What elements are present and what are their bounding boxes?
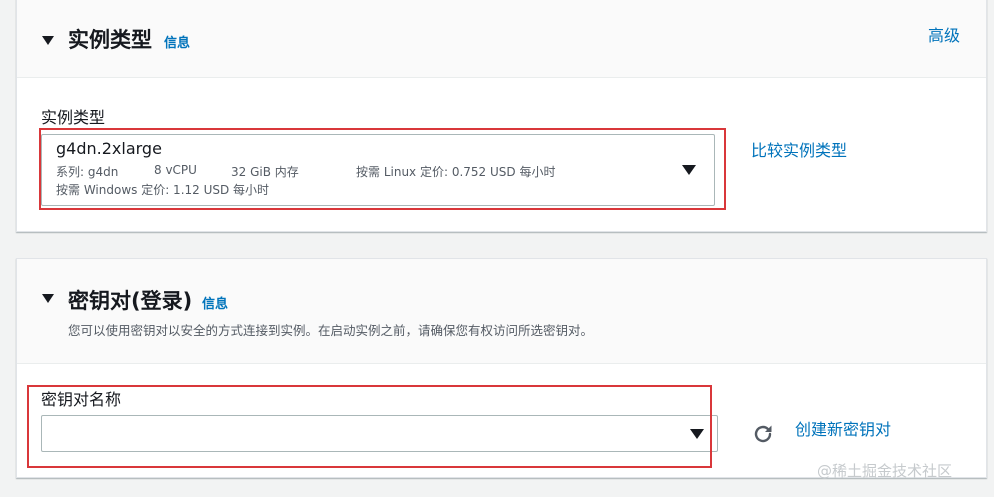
instance-linux-price: 按需 Linux 定价: 0.752 USD 每小时 — [356, 165, 556, 179]
keypair-info-link[interactable]: 信息 — [202, 293, 228, 312]
keypair-description: 您可以使用密钥对以安全的方式连接到实例。在启动实例之前，请确保您有权访问所选密钥… — [68, 323, 594, 338]
instance-windows-price: 按需 Windows 定价: 1.12 USD 每小时 — [56, 183, 270, 197]
instance-type-name: g4dn.2xlarge — [56, 139, 162, 158]
keypair-title: 密钥对(登录) — [68, 289, 193, 313]
instance-type-title: 实例类型 — [68, 28, 152, 52]
instance-type-field-label: 实例类型 — [41, 108, 106, 127]
dropdown-caret-icon — [690, 429, 704, 439]
collapse-caret-icon[interactable] — [42, 36, 54, 45]
collapse-caret-icon[interactable] — [42, 294, 54, 303]
keypair-header: 密钥对(登录) 信息 您可以使用密钥对以安全的方式连接到实例。在启动实例之前，请… — [17, 259, 986, 364]
keypair-select[interactable] — [41, 415, 718, 452]
keypair-panel: 密钥对(登录) 信息 您可以使用密钥对以安全的方式连接到实例。在启动实例之前，请… — [16, 258, 987, 480]
watermark: @稀土掘金技术社区 — [817, 462, 953, 480]
instance-vcpu: 8 vCPU — [154, 163, 197, 177]
instance-family: 系列: g4dn — [56, 165, 119, 179]
instance-memory: 32 GiB 内存 — [231, 165, 299, 179]
instance-type-panel: 实例类型 信息 高级 实例类型 g4dn.2xlarge 系列: g4dn 8 … — [16, 0, 987, 232]
instance-type-header: 实例类型 信息 高级 — [17, 0, 986, 78]
refresh-icon[interactable] — [751, 422, 775, 446]
compare-instance-types-link[interactable]: 比较实例类型 — [751, 137, 847, 161]
advanced-link[interactable]: 高级 — [928, 22, 960, 46]
instance-type-info-link[interactable]: 信息 — [164, 32, 190, 51]
keypair-name-label: 密钥对名称 — [41, 390, 122, 409]
create-keypair-link[interactable]: 创建新密钥对 — [795, 416, 891, 440]
instance-type-select[interactable]: g4dn.2xlarge 系列: g4dn 8 vCPU 32 GiB 内存 按… — [41, 134, 715, 206]
dropdown-caret-icon — [682, 165, 696, 175]
